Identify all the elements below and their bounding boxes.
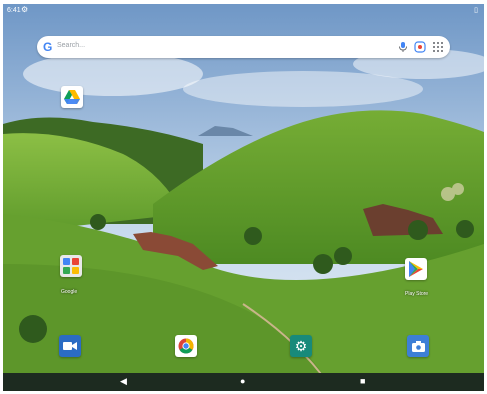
google-lens-icon[interactable] (414, 41, 426, 53)
chrome-icon[interactable] (175, 335, 197, 357)
screen: 6:41 ⚙ ▯ G Search... Google Play Store ⚙… (3, 4, 484, 391)
recents-button[interactable]: ■ (360, 376, 365, 386)
play-store-label: Play Store (405, 291, 429, 297)
google-apps-folder[interactable] (60, 255, 82, 277)
back-button[interactable]: ◀ (120, 376, 127, 387)
play-store-icon (409, 261, 423, 277)
google-folder-label: Google (61, 289, 78, 295)
status-time: 6:41 (7, 7, 21, 14)
battery-icon: ▯ (474, 7, 478, 14)
camera-app-icon[interactable] (407, 335, 429, 357)
google-drive-app[interactable] (61, 86, 83, 108)
search-placeholder: Search... (57, 42, 86, 49)
google-search-bar[interactable]: G Search... (37, 36, 450, 58)
settings-icon[interactable]: ⚙ (290, 335, 312, 357)
gear-icon: ⚙ (21, 5, 29, 14)
google-logo-icon: G (43, 40, 53, 54)
camera-icon[interactable] (59, 335, 81, 357)
microphone-icon[interactable] (398, 41, 408, 53)
navigation-bar: ◀ ● ■ (3, 373, 484, 391)
home-button[interactable]: ● (240, 376, 245, 386)
folder-preview-icon (63, 258, 79, 274)
status-bar: 6:41 ⚙ ▯ (3, 4, 484, 18)
wallpaper (3, 4, 484, 391)
google-drive-icon (64, 90, 80, 104)
apps-grid-icon[interactable] (432, 41, 444, 53)
play-store-app[interactable] (405, 258, 427, 280)
